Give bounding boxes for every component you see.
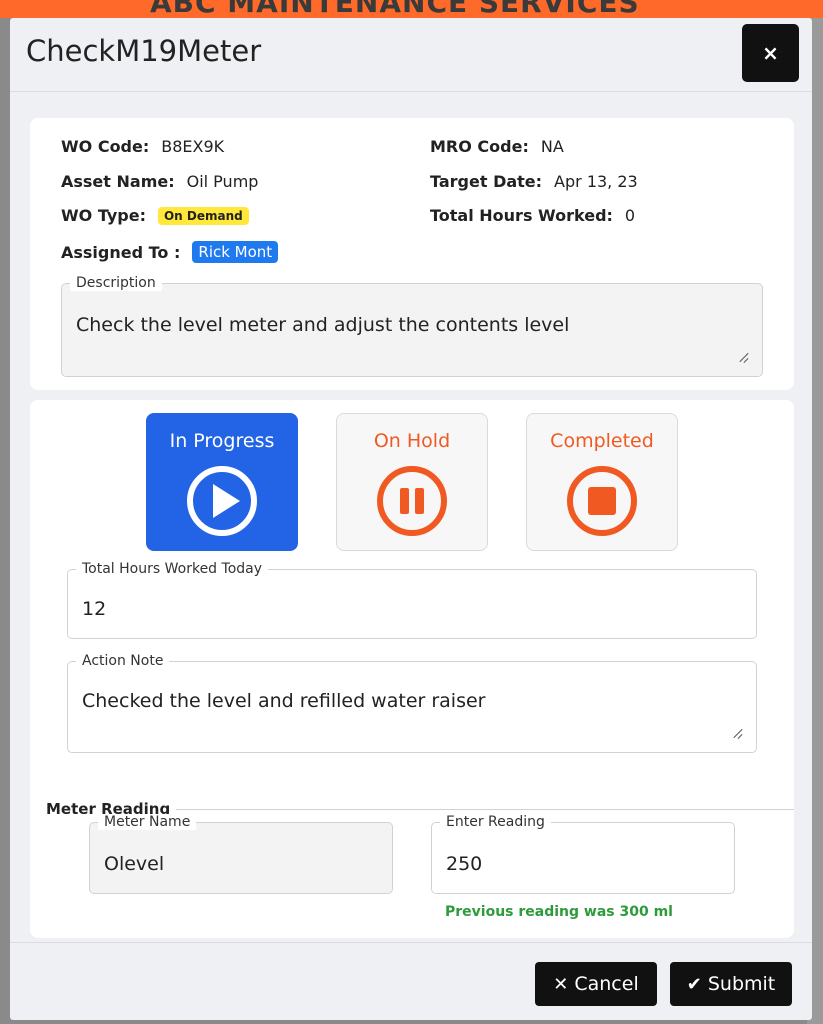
hours-today-input[interactable]: 12 [82, 598, 106, 620]
reading-input[interactable]: 250 [446, 853, 482, 875]
work-order-info-card: WO Code: B8EX9K MRO Code: NA Asset Name:… [30, 118, 794, 390]
on-hold-label: On Hold [373, 430, 451, 452]
target-date-row: Target Date: Apr 13, 23 [430, 172, 638, 191]
wo-type-row: WO Type: On Demand [61, 206, 249, 225]
work-order-modal: CheckM19Meter × WO Code: B8EX9K MRO Code… [10, 18, 812, 1020]
submit-label: Submit [707, 973, 776, 995]
asset-name-row: Asset Name: Oil Pump [61, 172, 258, 191]
section-divider [176, 809, 794, 810]
target-date-value: Apr 13, 23 [554, 172, 638, 191]
wo-code-value: B8EX9K [161, 137, 225, 156]
modal-title: CheckM19Meter [26, 34, 262, 68]
description-text: Check the level meter and adjust the con… [76, 314, 570, 336]
asset-name-label: Asset Name: [61, 172, 175, 191]
completed-label: Completed [550, 430, 654, 452]
target-date-label: Target Date: [430, 172, 543, 191]
assignee-badge: Rick Mont [192, 241, 279, 263]
action-note-label: Action Note [76, 653, 170, 669]
assigned-to-row: Assigned To : Rick Mont [61, 241, 279, 263]
total-hours-value: 0 [624, 206, 636, 225]
reading-field[interactable]: Enter Reading 250 [431, 814, 735, 894]
total-hours-label: Total Hours Worked: [430, 206, 613, 225]
previous-reading-hint: Previous reading was 300 ml [445, 904, 673, 920]
stop-circle-icon [567, 466, 637, 536]
reading-label: Enter Reading [440, 814, 551, 830]
x-icon: ✕ [553, 973, 569, 995]
meter-name-value: Olevel [104, 853, 165, 875]
cancel-button[interactable]: ✕ Cancel [535, 962, 657, 1006]
resize-handle-icon[interactable] [738, 352, 748, 362]
description-field[interactable]: Description Check the level meter and ad… [61, 275, 763, 377]
modal-header: CheckM19Meter × [10, 18, 812, 92]
asset-name-value: Oil Pump [186, 172, 259, 191]
hours-today-field[interactable]: Total Hours Worked Today 12 [67, 561, 757, 639]
mro-code-row: MRO Code: NA [430, 137, 564, 156]
pause-circle-icon [377, 466, 447, 536]
hours-today-label: Total Hours Worked Today [76, 561, 269, 577]
action-note-field[interactable]: Action Note Checked the level and refill… [67, 653, 757, 753]
play-circle-icon [187, 466, 257, 536]
cancel-label: Cancel [574, 973, 639, 995]
meter-name-field: Meter Name Olevel [89, 814, 393, 894]
in-progress-button[interactable]: In Progress [146, 413, 298, 551]
on-hold-button[interactable]: On Hold [336, 413, 488, 551]
wo-type-label: WO Type: [61, 206, 146, 225]
submit-button[interactable]: ✔ Submit [670, 962, 792, 1006]
assigned-to-label: Assigned To : [61, 242, 181, 262]
wo-type-badge: On Demand [157, 206, 249, 225]
mro-code-value: NA [540, 137, 564, 156]
mro-code-label: MRO Code: [430, 137, 529, 156]
completed-button[interactable]: Completed [526, 413, 678, 551]
modal-footer: ✕ Cancel ✔ Submit [10, 942, 812, 1020]
wo-code-label: WO Code: [61, 137, 150, 156]
close-icon: × [762, 41, 779, 65]
meter-name-label: Meter Name [98, 814, 197, 830]
resize-handle-icon[interactable] [732, 728, 742, 738]
background-page-title: ABC MAINTENANCE SERVICES [150, 0, 640, 19]
close-button[interactable]: × [742, 24, 799, 82]
in-progress-label: In Progress [169, 430, 275, 452]
wo-code-row: WO Code: B8EX9K [61, 137, 224, 156]
action-note-input[interactable]: Checked the level and refilled water rai… [82, 690, 486, 712]
work-progress-card: In Progress On Hold Completed Total Hour… [30, 400, 794, 938]
total-hours-row: Total Hours Worked: 0 [430, 206, 635, 225]
description-label: Description [70, 275, 162, 291]
check-icon: ✔ [686, 973, 702, 995]
